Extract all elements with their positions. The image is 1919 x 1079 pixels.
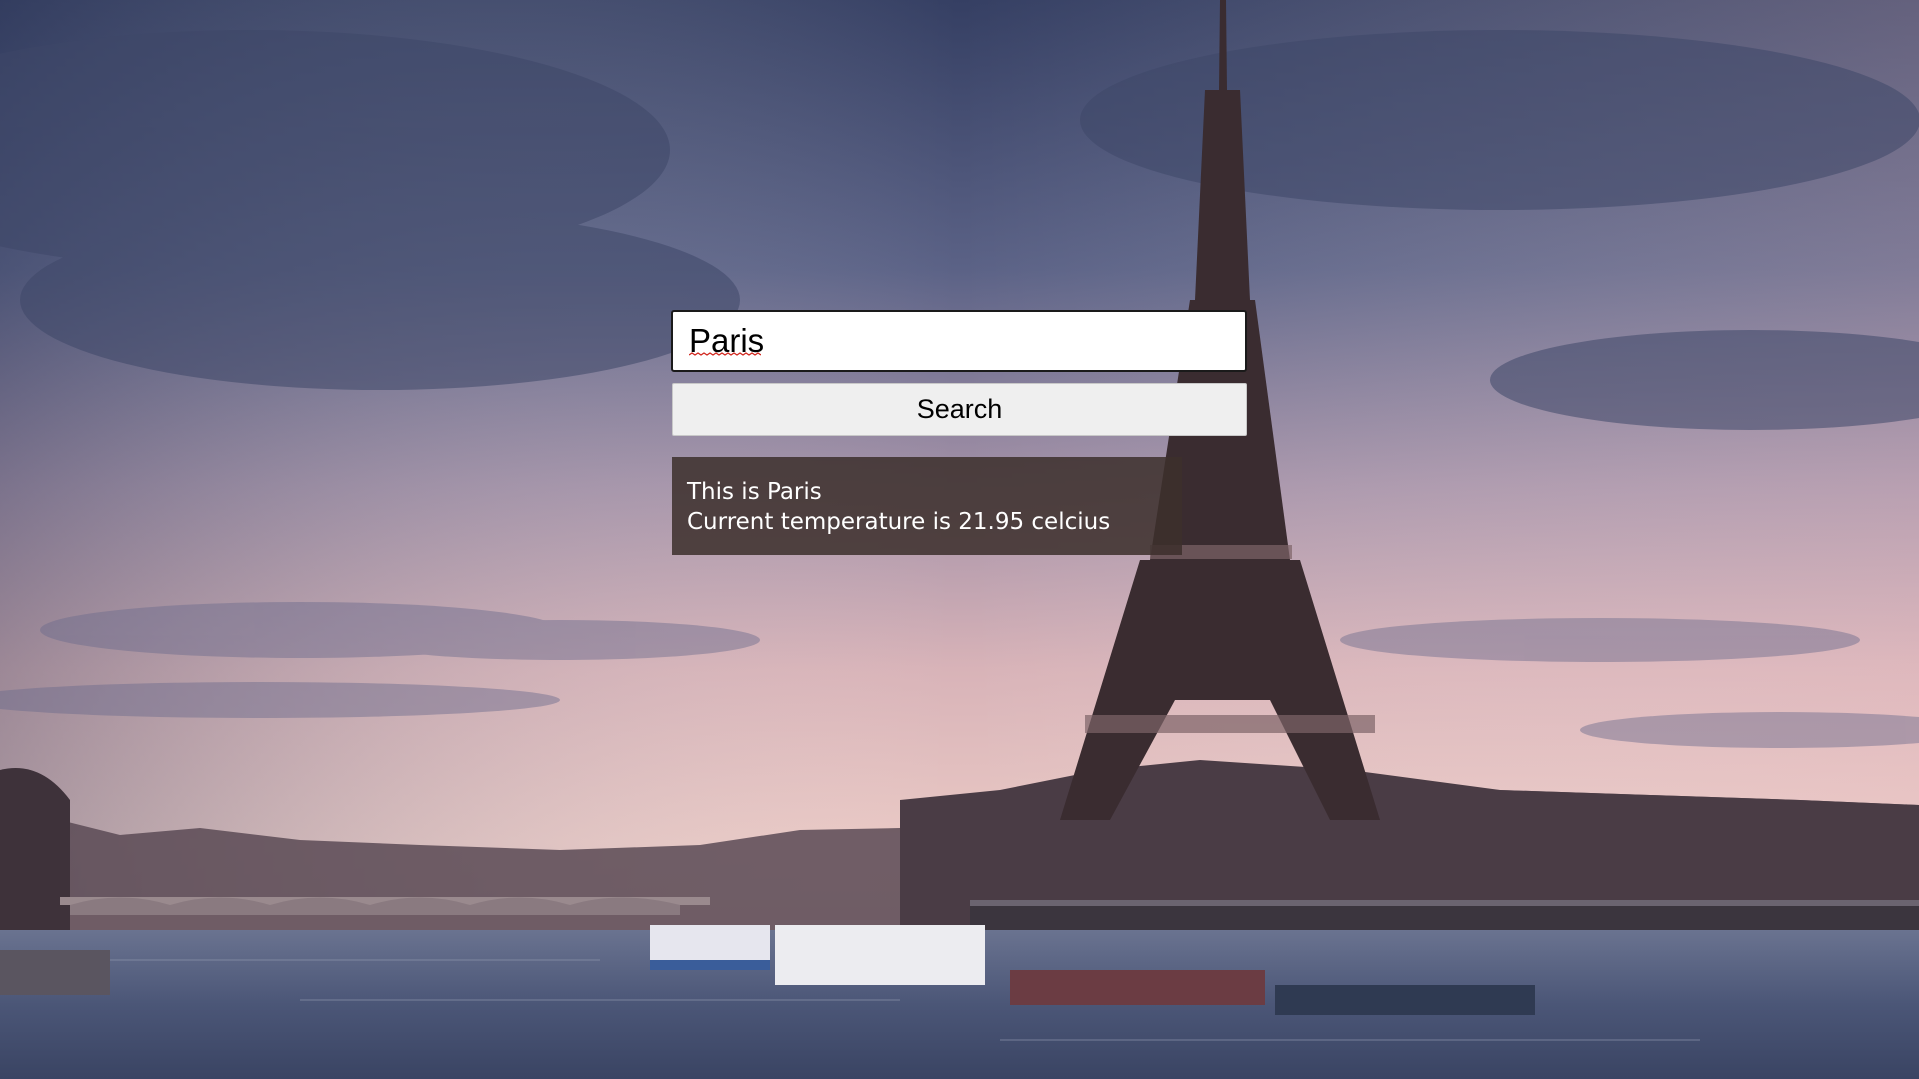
temperature-text: Current temperature is 21.95 celcius — [687, 509, 1111, 535]
city-name-text: This is Paris — [687, 479, 822, 505]
weather-result-panel: This is Paris Current temperature is 21.… — [672, 457, 1182, 555]
city-search-input[interactable] — [671, 310, 1247, 372]
search-button[interactable]: Search — [672, 383, 1247, 436]
